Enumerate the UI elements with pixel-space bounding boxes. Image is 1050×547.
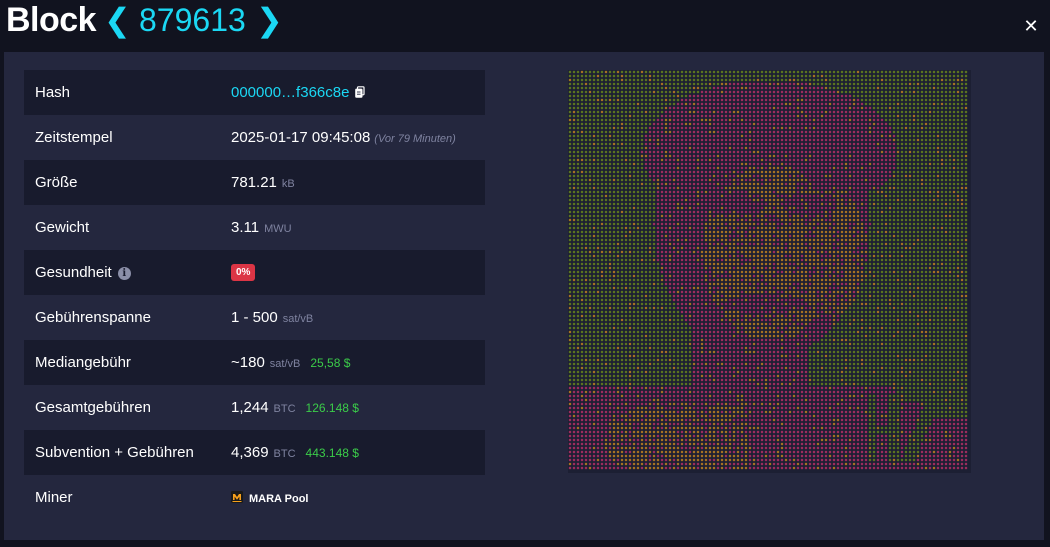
copy-icon[interactable] — [355, 86, 366, 98]
total-fees-usd: 126.148 $ — [305, 401, 359, 415]
subsidy-fees-unit: BTC — [273, 448, 296, 460]
fee-span-unit: sat/vB — [282, 313, 314, 325]
close-icon[interactable]: ✕ — [1023, 16, 1039, 36]
row-hash: Hash 000000…f366c8e — [24, 70, 485, 115]
weight-unit: MWU — [264, 223, 292, 235]
row-size: Größe 781.21 kB — [24, 160, 485, 205]
hash-label: Hash — [35, 84, 71, 101]
page-title: Block — [6, 1, 97, 39]
median-fee-usd: 25,58 $ — [310, 356, 351, 370]
info-icon[interactable]: i — [117, 267, 131, 280]
median-fee-unit: sat/vB — [269, 358, 301, 370]
size-value: 781.21 — [231, 174, 277, 191]
block-details-panel: Hash 000000…f366c8e Zeitstempel 2025-01-… — [4, 52, 1044, 540]
block-visualization-canvas[interactable] — [568, 70, 971, 473]
fee-span-value-wrap: 1 - 500 sat/vB — [231, 309, 313, 326]
median-fee-value-wrap: ~180 sat/vB 25,58 $ — [231, 354, 350, 371]
miner-name[interactable]: MARA Pool — [249, 493, 308, 505]
timestamp-value-wrap: 2025-01-17 09:45:08 (Vor 79 Minuten) — [231, 129, 456, 146]
size-unit: kB — [281, 178, 295, 190]
chevron-right-icon[interactable]: ❯ — [256, 0, 283, 40]
row-fee-span: Gebührenspanne 1 - 500 sat/vB — [24, 295, 485, 340]
subsidy-fees-value: 4,369 — [231, 444, 269, 461]
median-fee-label: Mediangebühr — [35, 354, 131, 371]
row-median-fee: Mediangebühr ~180 sat/vB 25,58 $ — [24, 340, 485, 385]
total-fees-value: 1,244 — [231, 399, 269, 416]
mara-logo-icon — [231, 491, 243, 503]
total-fees-unit: BTC — [273, 403, 296, 415]
block-details-table: Hash 000000…f366c8e Zeitstempel 2025-01-… — [24, 70, 485, 520]
row-weight: Gewicht 3.11 MWU — [24, 205, 485, 250]
block-height[interactable]: 879613 — [139, 0, 246, 40]
fee-span-label: Gebührenspanne — [35, 309, 151, 326]
weight-value: 3.11 — [231, 219, 260, 236]
row-miner: Miner MARA Pool — [24, 475, 485, 520]
timestamp-value: 2025-01-17 09:45:08 — [231, 129, 371, 146]
weight-label: Gewicht — [35, 219, 90, 236]
row-timestamp: Zeitstempel 2025-01-17 09:45:08 (Vor 79 … — [24, 115, 485, 160]
timestamp-relative: (Vor 79 Minuten) — [374, 133, 456, 145]
subsidy-fees-usd: 443.148 $ — [305, 446, 359, 460]
row-total-fees: Gesamtgebühren 1,244 BTC 126.148 $ — [24, 385, 485, 430]
row-subsidy-fees: Subvention + Gebühren 4,369 BTC 443.148 … — [24, 430, 485, 475]
block-header: Block ❮ 879613 ❯ ✕ — [0, 0, 1050, 50]
subsidy-fees-label: Subvention + Gebühren — [35, 444, 194, 461]
total-fees-value-wrap: 1,244 BTC 126.148 $ — [231, 399, 359, 416]
block-visualization[interactable] — [568, 70, 971, 473]
miner-label: Miner — [35, 489, 73, 506]
health-label: Gesundheit — [35, 264, 112, 281]
fee-span-value: 1 - 500 — [231, 309, 278, 326]
row-health: Gesundheit i 0% — [24, 250, 485, 295]
chevron-left-icon[interactable]: ❮ — [104, 0, 131, 40]
weight-value-wrap: 3.11 MWU — [231, 219, 292, 236]
median-fee-value: ~180 — [231, 354, 265, 371]
size-value-wrap: 781.21 kB — [231, 174, 295, 191]
size-label: Größe — [35, 174, 78, 191]
hash-link[interactable]: 000000…f366c8e — [231, 84, 349, 101]
hash-value-wrap: 000000…f366c8e — [231, 84, 366, 101]
timestamp-label: Zeitstempel — [35, 129, 113, 146]
health-value-wrap: 0% — [231, 264, 256, 281]
total-fees-label: Gesamtgebühren — [35, 399, 151, 416]
health-label-wrap: Gesundheit i — [35, 264, 131, 281]
health-badge: 0% — [231, 264, 256, 281]
subsidy-fees-value-wrap: 4,369 BTC 443.148 $ — [231, 444, 359, 461]
miner-value-wrap[interactable]: MARA Pool — [231, 490, 308, 505]
